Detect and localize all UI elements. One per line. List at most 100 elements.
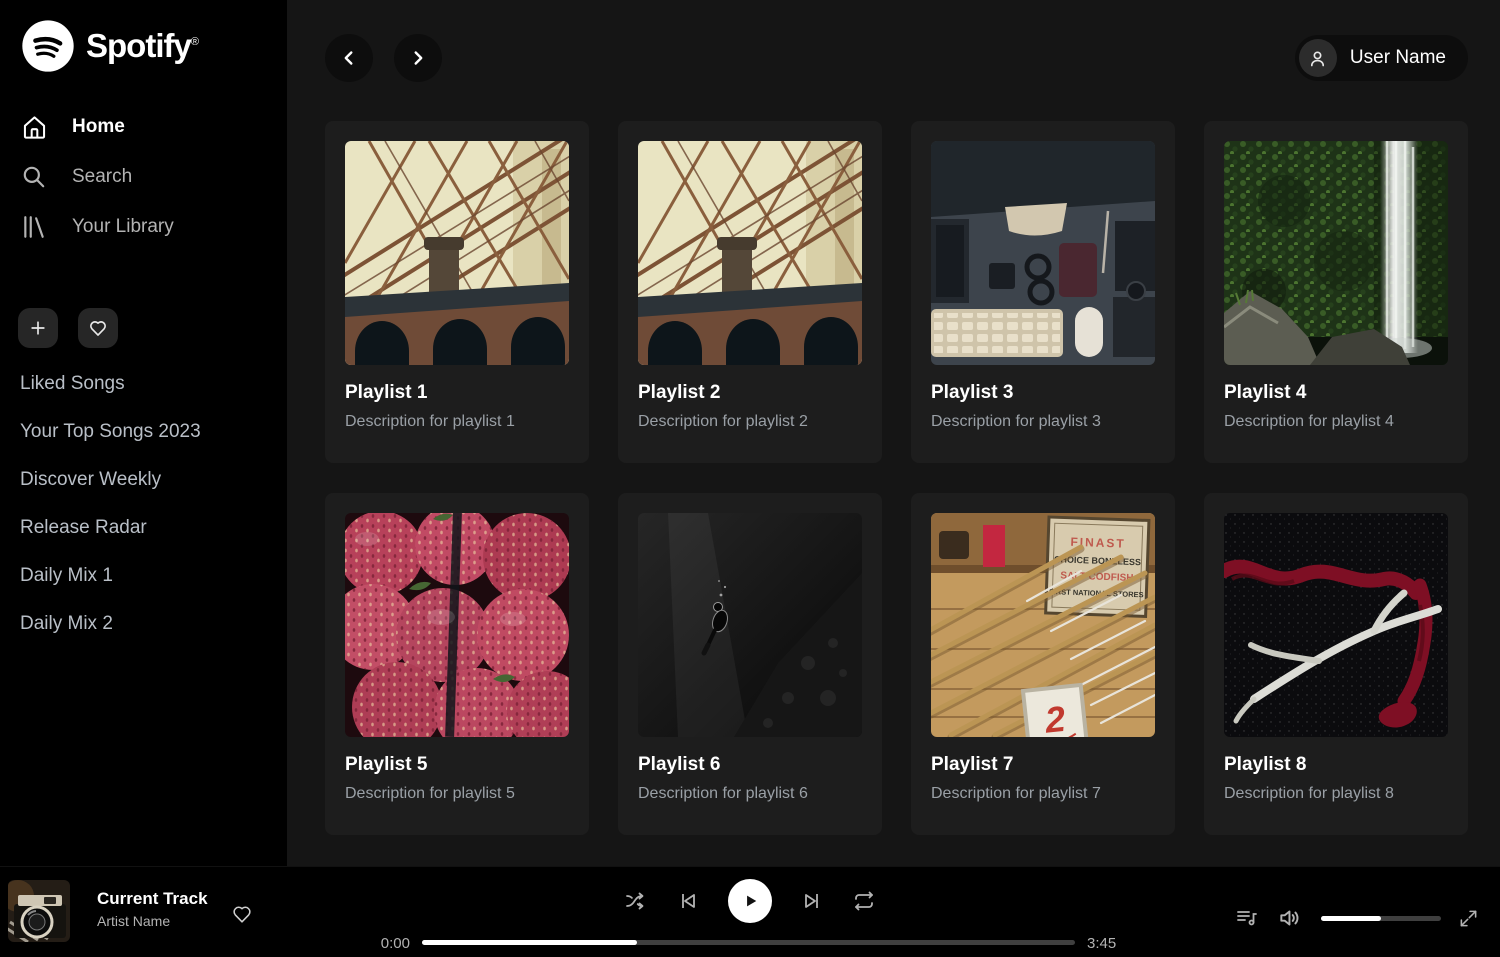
playlist-cover-image (638, 513, 862, 737)
heart-icon (231, 903, 253, 925)
forward-button[interactable] (394, 34, 442, 82)
registered-mark: ® (191, 36, 198, 48)
playlist-grid: Playlist 1 Description for playlist 1 (325, 121, 1468, 835)
shuffle-button[interactable] (624, 889, 648, 913)
playlist-cover-image (345, 513, 569, 737)
sidebar-item-home[interactable]: Home (0, 102, 287, 152)
playlist-card[interactable]: Playlist 1 Description for playlist 1 (325, 121, 589, 463)
playlist-title: Playlist 1 (345, 382, 569, 404)
search-icon (20, 164, 48, 190)
playlist-cover-image (1224, 141, 1448, 365)
main-content: User Name (287, 0, 1500, 866)
spotify-logo-icon (20, 18, 76, 74)
sidebar-playlist-daily-mix-1[interactable]: Daily Mix 1 (0, 552, 287, 600)
progress-bar[interactable] (422, 940, 1075, 945)
playlist-description: Description for playlist 4 (1224, 413, 1448, 431)
user-menu-button[interactable]: User Name (1295, 35, 1468, 81)
create-playlist-button[interactable] (18, 308, 58, 348)
sidebar-item-label: Home (72, 116, 125, 138)
volume-icon (1277, 905, 1303, 931)
queue-music-icon (1235, 906, 1259, 930)
playlist-card[interactable]: FINAST CHOICE BONELESS SALT CODFISH FIRS… (911, 493, 1175, 835)
previous-track-button[interactable] (676, 889, 700, 913)
avatar (1299, 39, 1337, 77)
player-bar: Current Track Artist Name (0, 866, 1500, 957)
spotify-wordmark: Spotify® (86, 27, 198, 65)
playlist-card[interactable]: Playlist 2 Description for playlist 2 (618, 121, 882, 463)
playlist-title: Playlist 7 (931, 754, 1155, 776)
queue-button[interactable] (1235, 906, 1259, 930)
play-icon (740, 891, 760, 911)
volume-button[interactable] (1277, 905, 1303, 931)
library-icon (20, 214, 48, 240)
playlist-cover-image: FINAST CHOICE BONELESS SALT CODFISH FIRS… (931, 513, 1155, 737)
playback-controls (624, 879, 876, 923)
back-button[interactable] (325, 34, 373, 82)
person-icon (1307, 48, 1328, 69)
playlist-card[interactable]: Playlist 8 Description for playlist 8 (1204, 493, 1468, 835)
playlist-card[interactable]: Playlist 5 Description for playlist 5 (325, 493, 589, 835)
price-tag-text: 2 (1042, 698, 1067, 737)
now-playing-info: Current Track Artist Name (97, 889, 208, 929)
playlist-description: Description for playlist 6 (638, 785, 862, 803)
playlist-description: Description for playlist 3 (931, 413, 1155, 431)
sidebar-item-your-library[interactable]: Your Library (0, 202, 287, 252)
volume-slider-fill (1321, 916, 1381, 921)
playlist-title: Playlist 3 (931, 382, 1155, 404)
play-button[interactable] (728, 879, 772, 923)
sidebar-playlist-discover-weekly[interactable]: Discover Weekly (0, 456, 287, 504)
playlist-cover-image (931, 141, 1155, 365)
home-icon (20, 114, 48, 141)
chevron-right-icon (407, 47, 429, 69)
sidebar-item-label: Your Library (72, 216, 174, 238)
sidebar-nav: Home Search Your Library (0, 102, 287, 252)
playlist-cover-image (345, 141, 569, 365)
skip-forward-icon (800, 889, 824, 913)
playlist-title: Playlist 8 (1224, 754, 1448, 776)
chevron-left-icon (338, 47, 360, 69)
volume-slider[interactable] (1321, 916, 1441, 921)
playlist-title: Playlist 4 (1224, 382, 1448, 404)
now-playing-album-art (8, 880, 70, 942)
library-actions (18, 308, 118, 348)
expand-icon (1459, 909, 1478, 928)
playlist-cover-image (1224, 513, 1448, 737)
track-title: Current Track (97, 889, 208, 909)
sidebar-playlist-liked-songs[interactable]: Liked Songs (0, 360, 287, 408)
plus-icon (28, 318, 48, 338)
liked-songs-button[interactable] (78, 308, 118, 348)
like-track-button[interactable] (231, 903, 253, 925)
playlist-description: Description for playlist 2 (638, 413, 862, 431)
sidebar-item-search[interactable]: Search (0, 152, 287, 202)
sidebar-item-label: Search (72, 166, 132, 188)
playlist-card[interactable]: Playlist 3 Description for playlist 3 (911, 121, 1175, 463)
sidebar-playlist-list: Liked Songs Your Top Songs 2023 Discover… (0, 360, 287, 648)
sidebar-playlist-daily-mix-2[interactable]: Daily Mix 2 (0, 600, 287, 648)
elapsed-time: 0:00 (350, 935, 410, 952)
repeat-button[interactable] (852, 889, 876, 913)
track-artist: Artist Name (97, 913, 208, 929)
sidebar-playlist-your-top-songs-2023[interactable]: Your Top Songs 2023 (0, 408, 287, 456)
user-name-label: User Name (1350, 47, 1446, 69)
playlist-card[interactable]: Playlist 6 Description for playlist 6 (618, 493, 882, 835)
sidebar-playlist-release-radar[interactable]: Release Radar (0, 504, 287, 552)
playlist-description: Description for playlist 5 (345, 785, 569, 803)
fullscreen-button[interactable] (1459, 909, 1478, 928)
total-time: 3:45 (1087, 935, 1116, 952)
playlist-cover-image (638, 141, 862, 365)
next-track-button[interactable] (800, 889, 824, 913)
playlist-title: Playlist 2 (638, 382, 862, 404)
playlist-description: Description for playlist 7 (931, 785, 1155, 803)
playlist-title: Playlist 5 (345, 754, 569, 776)
spotify-logo: Spotify® (20, 18, 198, 74)
progress-bar-fill (422, 940, 637, 945)
playlist-description: Description for playlist 8 (1224, 785, 1448, 803)
sidebar: Spotify® Home Search (0, 0, 287, 866)
secondary-controls (1235, 905, 1478, 931)
skip-back-icon (676, 889, 700, 913)
playlist-title: Playlist 6 (638, 754, 862, 776)
playlist-card[interactable]: Playlist 4 Description for playlist 4 (1204, 121, 1468, 463)
shuffle-icon (624, 889, 648, 913)
heart-icon (88, 318, 108, 338)
playlist-description: Description for playlist 1 (345, 413, 569, 431)
